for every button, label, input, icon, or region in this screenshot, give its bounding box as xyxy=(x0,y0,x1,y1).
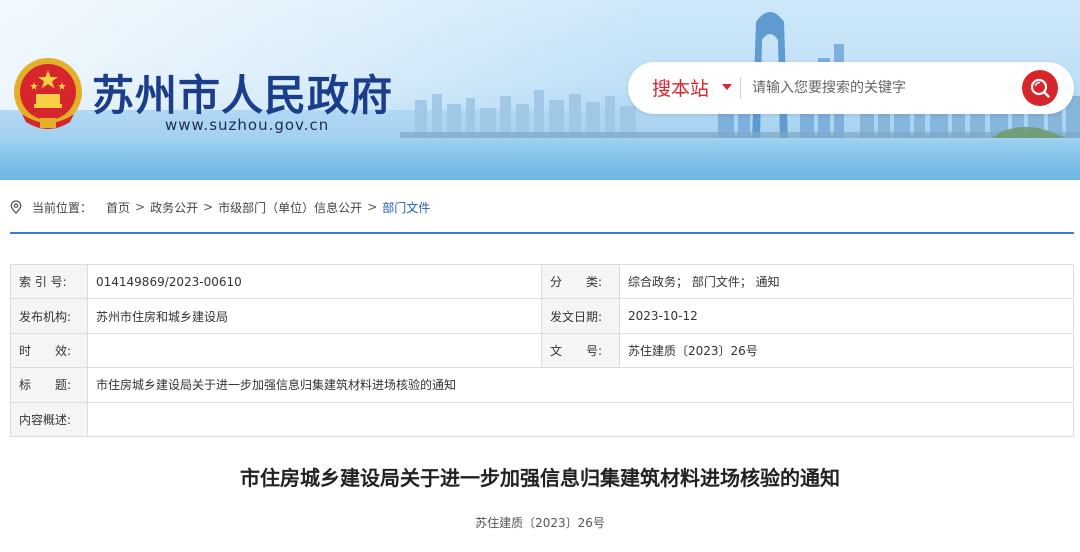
issue-date-value: 2023-10-12 xyxy=(619,298,1074,334)
summary-value xyxy=(87,401,1074,437)
breadcrumb-label: 当前位置： xyxy=(32,200,93,215)
search-icon xyxy=(1030,78,1050,98)
breadcrumb-separator: > xyxy=(135,200,146,214)
breadcrumb-separator: > xyxy=(203,200,214,214)
article-doc-number: 苏住建质〔2023〕26号 xyxy=(475,516,605,530)
table-row: 发布机构: 苏州市住房和城乡建设局 发文日期: 2023-10-12 xyxy=(10,298,1074,334)
breadcrumb-separator: > xyxy=(367,200,378,214)
validity-label: 时 效: xyxy=(10,332,88,369)
breadcrumb-department-docs[interactable]: 部门文件 xyxy=(382,199,430,216)
search-bar: 搜本站 xyxy=(628,62,1074,114)
document-info-table: 索 引 号: 014149869/2023-00610 分 类: 综合政务； 部… xyxy=(10,263,1074,437)
search-button[interactable] xyxy=(1022,70,1058,106)
breadcrumb: 当前位置： 首页 > 政务公开 > 市级部门（单位）信息公开 > 部门文件 xyxy=(10,198,430,216)
table-row: 索 引 号: 014149869/2023-00610 分 类: 综合政务； 部… xyxy=(10,263,1074,300)
index-value: 014149869/2023-00610 xyxy=(87,263,542,300)
article-title: 市住房城乡建设局关于进一步加强信息归集建筑材料进场核验的通知 xyxy=(240,466,840,490)
site-banner: 苏州市人民政府 www.suzhou.gov.cn 搜本站 xyxy=(0,0,1080,180)
summary-label: 内容概述: xyxy=(10,401,88,437)
category-label: 分 类: xyxy=(541,263,620,300)
publisher-label: 发布机构: xyxy=(10,298,88,334)
validity-value xyxy=(87,332,542,369)
breadcrumb-home[interactable]: 首页 xyxy=(106,199,130,216)
breadcrumb-gov-affairs[interactable]: 政务公开 xyxy=(150,199,198,216)
location-pin-icon xyxy=(10,200,22,214)
category-value: 综合政务； 部门文件； 通知 xyxy=(619,263,1074,300)
table-row: 标 题: 市住房城乡建设局关于进一步加强信息归集建筑材料进场核验的通知 xyxy=(10,367,1074,403)
doc-number-value: 苏住建质〔2023〕26号 xyxy=(619,332,1074,369)
table-row: 内容概述: xyxy=(10,401,1074,437)
table-row: 时 效: 文 号: 苏住建质〔2023〕26号 xyxy=(10,332,1074,369)
doc-number-label: 文 号: xyxy=(541,332,620,369)
search-input[interactable] xyxy=(752,72,1012,104)
national-emblem-icon[interactable] xyxy=(12,56,84,134)
search-divider xyxy=(740,77,741,99)
index-label: 索 引 号: xyxy=(10,263,88,300)
publisher-value: 苏州市住房和城乡建设局 xyxy=(87,298,542,334)
breadcrumb-rule xyxy=(10,232,1074,234)
issue-date-label: 发文日期: xyxy=(541,298,620,334)
caret-down-icon[interactable] xyxy=(722,84,732,90)
title-value: 市住房城乡建设局关于进一步加强信息归集建筑材料进场核验的通知 xyxy=(87,367,1074,403)
title-label: 标 题: xyxy=(10,367,88,403)
site-url[interactable]: www.suzhou.gov.cn xyxy=(165,116,329,134)
breadcrumb-city-departments[interactable]: 市级部门（单位）信息公开 xyxy=(218,199,362,216)
site-title[interactable]: 苏州市人民政府 xyxy=(92,62,393,123)
search-scope-dropdown[interactable]: 搜本站 xyxy=(652,74,709,101)
lake-water xyxy=(0,138,1080,180)
